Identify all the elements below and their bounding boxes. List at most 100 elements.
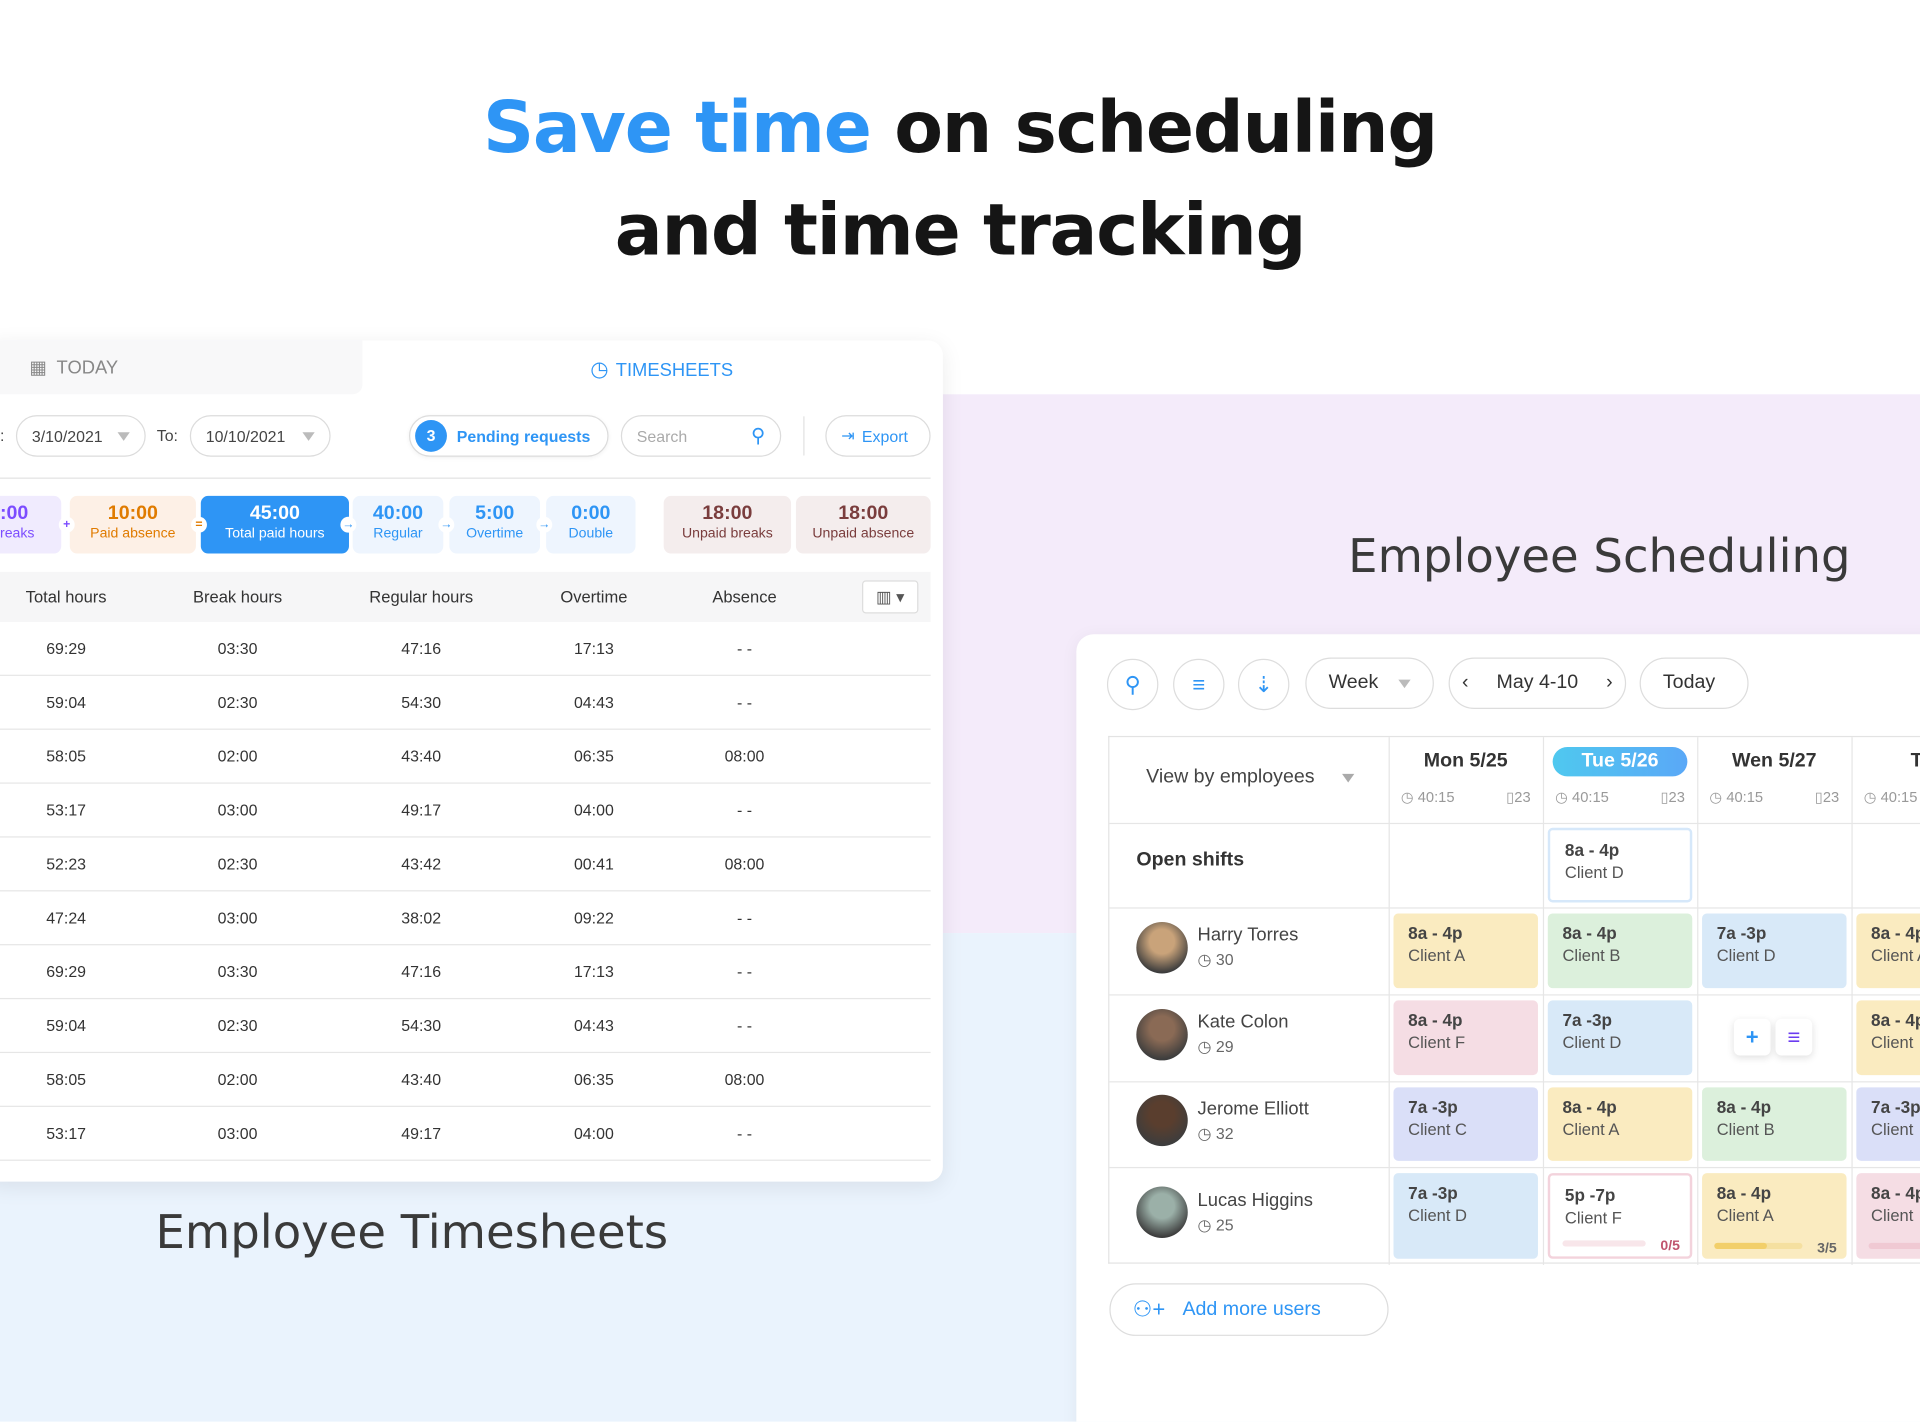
- table-cell: 02:00: [217, 746, 258, 766]
- shift-card[interactable]: 8a - 4p Client A: [1856, 913, 1920, 989]
- add-shift-button[interactable]: +: [1733, 1018, 1771, 1056]
- summary-label: Total paid hours: [225, 526, 325, 542]
- view-by-select[interactable]: View by employees: [1146, 767, 1354, 789]
- employee[interactable]: Lucas Higgins ◷ 25: [1136, 1186, 1313, 1238]
- collapse-icon[interactable]: ⇣: [1237, 658, 1290, 711]
- row-divider: [1109, 1081, 1920, 1083]
- employee-info: Lucas Higgins ◷ 25: [1198, 1190, 1313, 1235]
- shift-card[interactable]: 7a -3p Client C: [1393, 1087, 1538, 1161]
- table-row[interactable]: 69:29 03:30 47:16 17:13 - -: [0, 622, 931, 676]
- export-icon: ⇥: [841, 426, 855, 445]
- shift-card[interactable]: 8a - 4p Client: [1856, 1173, 1920, 1259]
- day-count-value: 23: [1668, 788, 1685, 806]
- clock-icon: ◷: [1709, 788, 1723, 806]
- table-cell: 03:00: [217, 800, 258, 820]
- shift-card[interactable]: 7a -3p Client: [1856, 1087, 1920, 1161]
- table-row[interactable]: 58:05 02:00 43:40 06:35 08:00: [0, 1053, 931, 1107]
- employee[interactable]: Harry Torres ◷ 30: [1136, 921, 1298, 973]
- columns-toggle-icon[interactable]: ▥ ▾: [862, 580, 919, 614]
- table-cell: 47:16: [401, 639, 442, 658]
- search-icon[interactable]: ⚲: [1106, 658, 1159, 711]
- table-cell: 00:41: [573, 854, 614, 874]
- pending-label: Pending requests: [456, 426, 591, 446]
- shift-card[interactable]: 7a -3p Client D: [1702, 913, 1847, 989]
- employee[interactable]: Jerome Elliott ◷ 32: [1136, 1094, 1309, 1147]
- shift-client: Client C: [1408, 1120, 1467, 1139]
- shift-time: 8a - 4p: [1408, 1010, 1463, 1030]
- table-cell: 43:40: [401, 746, 442, 766]
- tab-today[interactable]: ▦ TODAY: [0, 340, 363, 395]
- arrow-icon: →: [340, 516, 357, 533]
- day-hours: ◷ 40:15: [1864, 789, 1918, 806]
- export-button[interactable]: ⇥ Export: [825, 415, 931, 457]
- employee-info: Kate Colon ◷ 29: [1198, 1011, 1289, 1056]
- view-by-label: View by employees: [1146, 766, 1315, 788]
- shift-card[interactable]: 5p -7p Client F 0/5: [1547, 1173, 1693, 1259]
- table-row[interactable]: 47:24 03:00 38:02 09:22 - -: [0, 891, 931, 946]
- pending-requests-button[interactable]: 3 Pending requests: [408, 415, 609, 457]
- clock-icon: ◷: [1197, 1215, 1212, 1234]
- table-row[interactable]: 59:04 02:30 54:30 04:43 - -: [0, 676, 931, 730]
- shift-time: 7a -3p: [1562, 1010, 1613, 1030]
- table-cell: 02:00: [217, 1070, 258, 1089]
- day-header[interactable]: Mon 5/25: [1389, 747, 1543, 776]
- shift-menu-button[interactable]: ≡: [1775, 1018, 1813, 1056]
- day-header[interactable]: Tue 5/26: [1543, 746, 1697, 777]
- to-date-select[interactable]: 10/10/2021: [189, 415, 331, 457]
- shift-card[interactable]: 7a -3p Client D: [1547, 1000, 1693, 1076]
- table-cell: 17:13: [573, 639, 614, 658]
- summary-value: 45:00: [249, 503, 300, 525]
- from-date-select[interactable]: 3/10/2021: [15, 415, 146, 457]
- shift-card[interactable]: 8a - 4p Client A: [1393, 913, 1538, 989]
- employee-name: Jerome Elliott: [1197, 1097, 1309, 1119]
- shift-time: 5p -7p: [1564, 1185, 1616, 1205]
- table-cell: - -: [736, 962, 753, 981]
- chevron-down-icon: [1341, 773, 1354, 782]
- shift-card[interactable]: 8a - 4p Client B: [1547, 913, 1693, 989]
- divider: [803, 416, 805, 456]
- table-cell: 03:00: [217, 1124, 258, 1143]
- col-regular-hours: Regular hours: [369, 587, 474, 607]
- shift-card[interactable]: 8a - 4p Client A 3/5: [1702, 1173, 1847, 1259]
- table-row[interactable]: 53:17 03:00 49:17 04:00 - -: [0, 784, 931, 838]
- hero-heading: Save time on scheduling and time trackin…: [0, 76, 1920, 282]
- shift-card[interactable]: 8a - 4p Client F: [1393, 1000, 1538, 1076]
- view-select[interactable]: Week: [1305, 657, 1434, 709]
- shift-time: 8a - 4p: [1408, 923, 1463, 943]
- arrow-icon: →: [536, 516, 553, 533]
- next-icon[interactable]: ›: [1606, 672, 1613, 694]
- summary-chip: 10:00 Paid absence: [69, 495, 196, 554]
- add-more-users-button[interactable]: ⚇+ Add more users: [1109, 1283, 1389, 1336]
- open-shift-card[interactable]: 8a - 4p Client D: [1547, 827, 1693, 903]
- divider: [0, 477, 931, 479]
- shift-card[interactable]: 7a -3p Client D: [1393, 1173, 1538, 1259]
- summary-value: 0:00: [571, 503, 611, 525]
- prev-icon[interactable]: ‹: [1462, 672, 1469, 694]
- day-hours: ◷ 40:15: [1401, 789, 1455, 806]
- shift-card[interactable]: 8a - 4p Client B: [1702, 1087, 1847, 1161]
- summary-chip: 18:00 Unpaid breaks: [663, 495, 792, 554]
- table-cell: 47:16: [401, 962, 442, 981]
- table-row[interactable]: 58:05 02:00 43:40 06:35 08:00: [0, 730, 931, 784]
- table-row[interactable]: 52:23 02:30 43:42 00:41 08:00: [0, 838, 931, 892]
- shift-client: Client B: [1716, 1120, 1775, 1139]
- day-header[interactable]: Wen 5/27: [1697, 747, 1851, 776]
- progress-text: 3/5: [1817, 1241, 1837, 1257]
- today-label: Today: [1662, 672, 1716, 694]
- shift-card[interactable]: 8a - 4p Client A: [1547, 1087, 1693, 1161]
- day-label: Thu: [1881, 747, 1920, 776]
- today-button[interactable]: Today: [1639, 657, 1749, 709]
- summary-chip: 40:00 Regular: [352, 495, 444, 554]
- search-input[interactable]: Search ⚲: [620, 415, 782, 457]
- filter-icon[interactable]: ≡: [1173, 658, 1225, 711]
- employee-hours-value: 30: [1215, 950, 1234, 969]
- table-row[interactable]: 53:17 03:00 49:17 04:00 - -: [0, 1107, 931, 1161]
- shift-card[interactable]: 8a - 4p Client: [1856, 1000, 1920, 1076]
- tab-timesheets[interactable]: ◷ TIMESHEETS: [590, 340, 733, 399]
- employee[interactable]: Kate Colon ◷ 29: [1136, 1008, 1289, 1060]
- table-cell: 52:23: [46, 854, 87, 874]
- table-row[interactable]: 59:04 02:30 54:30 04:43 - -: [0, 999, 931, 1054]
- day-header[interactable]: Thu: [1851, 747, 1920, 776]
- table-row[interactable]: 69:29 03:30 47:16 17:13 - -: [0, 945, 931, 1000]
- progress-bar: [1562, 1240, 1646, 1247]
